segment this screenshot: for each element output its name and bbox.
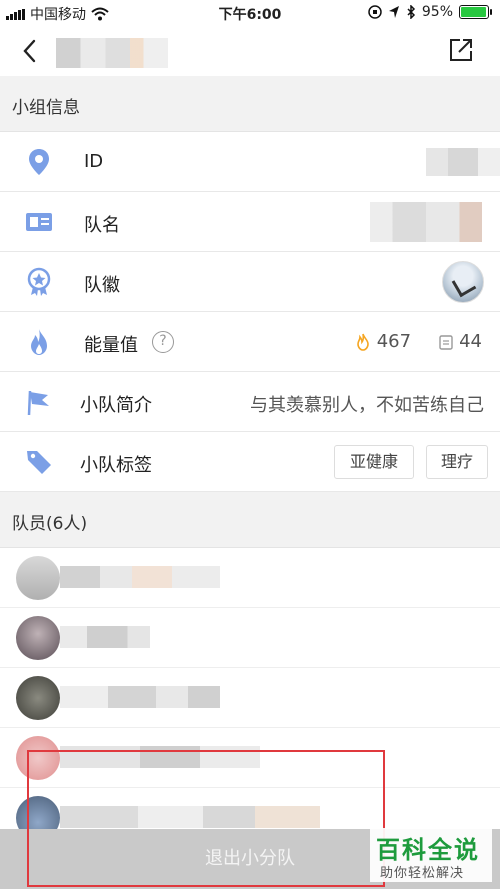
group-info-title: 小组信息 bbox=[12, 98, 80, 118]
watermark-title: 百科全说 bbox=[376, 836, 480, 864]
nav-bar bbox=[0, 26, 500, 76]
blurred-id bbox=[426, 148, 500, 176]
energy-values: 467 44 bbox=[355, 331, 482, 352]
help-icon[interactable]: ? bbox=[152, 331, 174, 353]
energy-row: 能量值 ? 467 44 bbox=[0, 312, 500, 372]
calendar-icon bbox=[439, 334, 453, 350]
list-item[interactable] bbox=[0, 548, 500, 608]
battery-fill bbox=[461, 7, 486, 17]
chevron-left-icon[interactable] bbox=[18, 38, 44, 64]
team-name-row: 队名 bbox=[0, 192, 500, 252]
id-card-icon bbox=[26, 213, 52, 231]
members-header: 队员(6人) bbox=[0, 492, 500, 548]
list-item[interactable] bbox=[0, 668, 500, 728]
avatar bbox=[16, 556, 60, 600]
blurred-team-name bbox=[370, 202, 482, 242]
watermark-subtitle: 助你轻松解决 bbox=[380, 866, 465, 881]
team-tags-row: 小队标签 亚健康 理疗 bbox=[0, 432, 500, 492]
avatar bbox=[16, 676, 60, 720]
blurred-member-name bbox=[60, 686, 220, 708]
blurred-member-name bbox=[60, 566, 220, 588]
medal-icon bbox=[27, 267, 51, 296]
avatar bbox=[16, 616, 60, 660]
team-badge-label: 队徽 bbox=[84, 275, 120, 296]
team-badge-row[interactable]: 队徽 bbox=[0, 252, 500, 312]
battery-icon bbox=[459, 5, 492, 19]
energy-other-value: 44 bbox=[459, 331, 482, 352]
share-icon[interactable] bbox=[448, 37, 474, 63]
tag-chip[interactable]: 亚健康 bbox=[334, 445, 414, 479]
team-intro-row: 小队简介 与其羡慕别人，不如苦练自己 bbox=[0, 372, 500, 432]
id-label: ID bbox=[84, 151, 104, 172]
location-pin-icon bbox=[29, 149, 49, 175]
highlight-box bbox=[27, 750, 385, 887]
group-info-header: 小组信息 bbox=[0, 76, 500, 132]
orientation-lock-icon bbox=[368, 5, 382, 19]
team-tags-label: 小队标签 bbox=[80, 455, 152, 476]
list-item[interactable] bbox=[0, 608, 500, 668]
fire-icon bbox=[356, 333, 369, 351]
tag-icon bbox=[27, 451, 51, 474]
energy-label: 能量值 bbox=[84, 335, 138, 356]
flag-icon bbox=[27, 390, 49, 416]
team-badge-avatar[interactable] bbox=[442, 261, 484, 303]
team-intro-label: 小队简介 bbox=[80, 395, 152, 416]
energy-fire-value: 467 bbox=[376, 331, 412, 352]
location-icon bbox=[388, 6, 399, 18]
team-name-label: 队名 bbox=[84, 215, 120, 236]
blurred-member-name bbox=[60, 626, 150, 648]
members-title: 队员(6人) bbox=[12, 514, 88, 534]
team-intro-value: 与其羡慕别人，不如苦练自己 bbox=[250, 395, 484, 416]
flame-icon bbox=[31, 329, 47, 355]
blurred-title bbox=[56, 38, 168, 68]
status-right: 95% bbox=[368, 4, 492, 20]
id-row: ID bbox=[0, 132, 500, 192]
battery-percent: 95% bbox=[421, 4, 453, 20]
bluetooth-icon bbox=[407, 5, 415, 19]
status-bar: 中国移动 下午6:00 95% bbox=[0, 0, 500, 26]
watermark: 百科全说 助你轻松解决 bbox=[370, 828, 492, 882]
tag-chip[interactable]: 理疗 bbox=[426, 445, 488, 479]
